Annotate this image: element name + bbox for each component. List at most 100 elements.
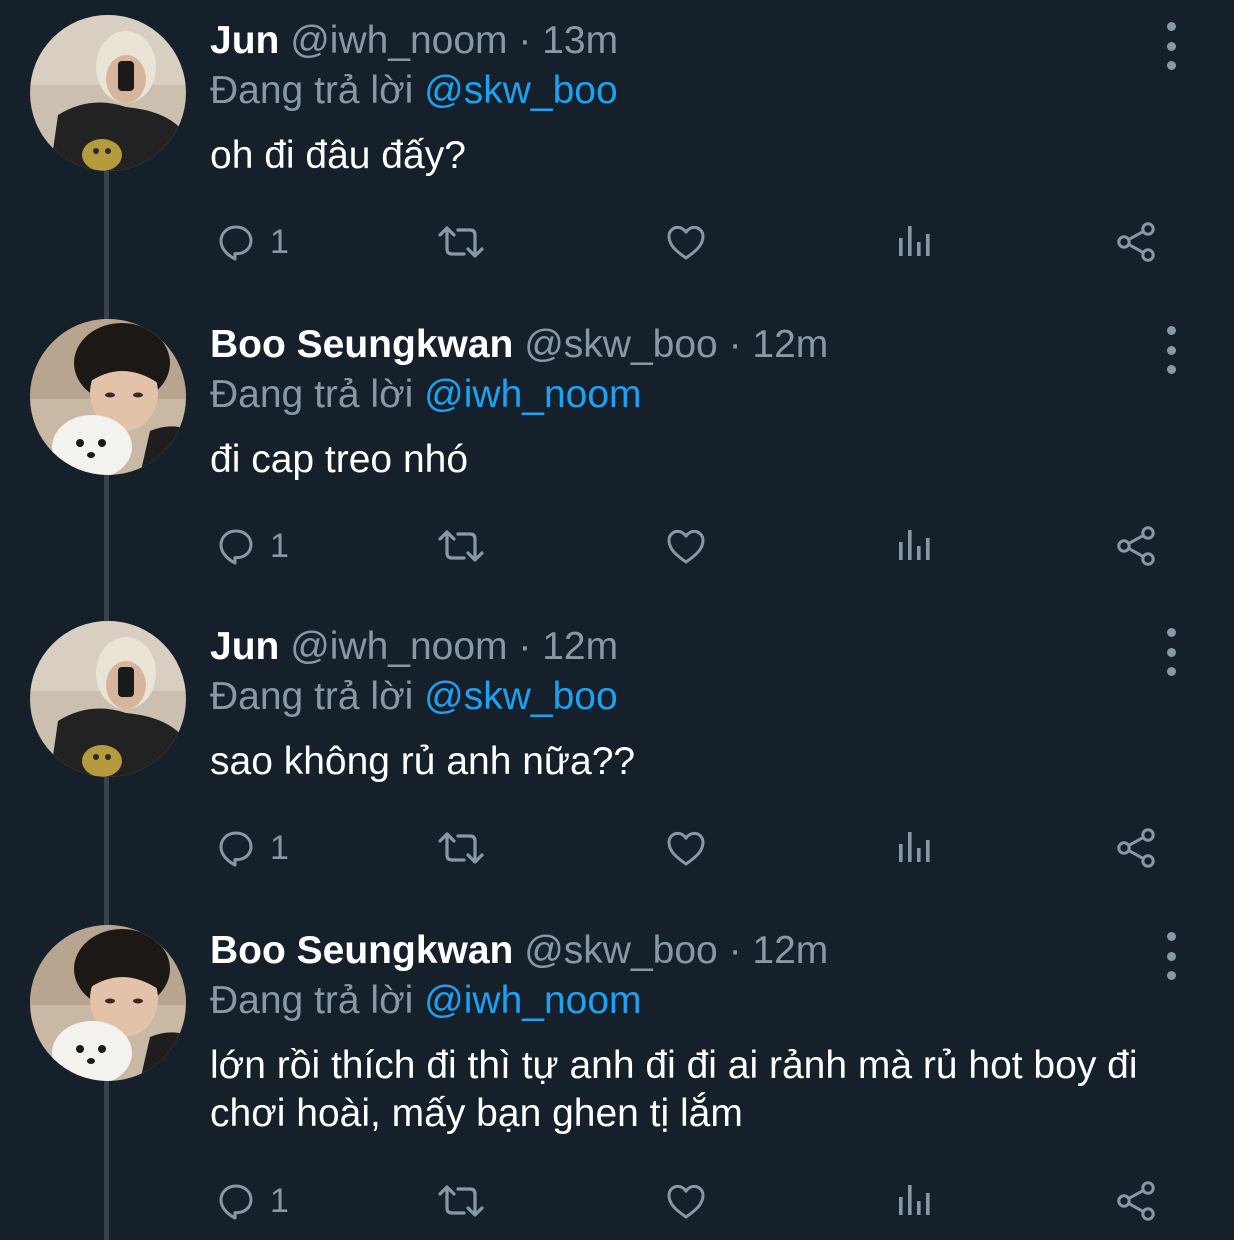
replying-to: Đang trả lời @skw_boo (210, 66, 1164, 116)
user-handle[interactable]: @iwh_noom (290, 625, 507, 668)
tweet[interactable]: Jun @iwh_noom · 13m Đang trả lời @skw_bo… (0, 12, 1234, 320)
reply-count: 1 (270, 526, 289, 565)
tweet-header: Boo Seungkwan @skw_boo · 12m (210, 316, 1164, 374)
tweet-text: sao không rủ anh nữa?? (210, 740, 636, 783)
reply-mention-link[interactable]: @skw_boo (424, 69, 618, 112)
thread-connector-line (104, 776, 109, 926)
analytics-button[interactable] (890, 1176, 938, 1226)
timestamp[interactable]: 12m (752, 929, 828, 972)
display-name[interactable]: Jun (210, 19, 279, 62)
replying-to: Đang trả lời @iwh_noom (210, 976, 1164, 1026)
conversation-thread: Jun @iwh_noom · 13m Đang trả lời @skw_bo… (0, 0, 1234, 1240)
share-icon (1117, 222, 1155, 262)
share-button[interactable] (1112, 217, 1160, 267)
share-button[interactable] (1112, 823, 1160, 873)
like-button[interactable] (662, 521, 710, 571)
tweet-content: Jun @iwh_noom · 13m Đang trả lời @skw_bo… (210, 12, 1164, 180)
display-name[interactable]: Jun (210, 625, 279, 668)
retweet-button[interactable] (434, 217, 488, 267)
timestamp[interactable]: 12m (752, 323, 828, 366)
reply-icon (219, 831, 253, 867)
retweet-button[interactable] (434, 1176, 488, 1226)
avatar-boo-image (30, 319, 186, 475)
tweet-header: Jun @iwh_noom · 12m (210, 618, 1164, 676)
timestamp[interactable]: 13m (542, 19, 618, 62)
user-handle[interactable]: @skw_boo (524, 929, 718, 972)
tweet[interactable]: Boo Seungkwan @skw_boo · 12m Đang trả lờ… (0, 922, 1234, 1240)
analytics-button[interactable] (890, 521, 938, 571)
like-button[interactable] (662, 1176, 710, 1226)
tweet-header: Jun @iwh_noom · 13m (210, 12, 1164, 70)
more-vertical-icon (1166, 326, 1176, 335)
more-options-button[interactable] (1154, 326, 1188, 374)
replying-to: Đang trả lời @iwh_noom (210, 370, 1164, 420)
more-options-button[interactable] (1154, 22, 1188, 70)
tweet-actions: 1 (212, 521, 1172, 571)
retweet-button[interactable] (434, 521, 488, 571)
display-name[interactable]: Boo Seungkwan (210, 929, 513, 972)
heart-icon (667, 1184, 705, 1219)
analytics-icon (899, 832, 930, 862)
more-options-button[interactable] (1154, 628, 1188, 676)
separator-dot: · (518, 625, 532, 668)
reply-count: 1 (270, 828, 289, 867)
share-button[interactable] (1112, 1176, 1160, 1226)
reply-button[interactable]: 1 (212, 217, 289, 267)
avatar-boo-image (30, 925, 186, 1081)
tweet-actions: 1 (212, 823, 1172, 873)
retweet-icon (438, 832, 484, 864)
reply-button[interactable]: 1 (212, 521, 289, 571)
heart-icon (667, 529, 705, 564)
separator-dot: · (728, 323, 742, 366)
avatar[interactable] (30, 319, 186, 475)
analytics-button[interactable] (890, 217, 938, 267)
retweet-icon (438, 530, 484, 562)
tweet-text: lớn rồi thích đi thì tự anh đi đi ai rản… (210, 1044, 1138, 1135)
avatar[interactable] (30, 925, 186, 1081)
like-button[interactable] (662, 217, 710, 267)
tweet[interactable]: Jun @iwh_noom · 12m Đang trả lời @skw_bo… (0, 618, 1234, 926)
thread-connector-line (104, 474, 109, 624)
heart-icon (667, 831, 705, 866)
tweet-content: Boo Seungkwan @skw_boo · 12m Đang trả lờ… (210, 316, 1164, 484)
tweet-actions: 1 (212, 217, 1172, 267)
avatar[interactable] (30, 15, 186, 171)
reply-button[interactable]: 1 (212, 823, 289, 873)
separator-dot: · (728, 929, 742, 972)
reply-count: 1 (270, 1181, 289, 1220)
reply-icon (219, 529, 253, 565)
reply-mention-link[interactable]: @skw_boo (424, 675, 618, 718)
tweet-content: Boo Seungkwan @skw_boo · 12m Đang trả lờ… (210, 922, 1164, 1138)
tweet-header: Boo Seungkwan @skw_boo · 12m (210, 922, 1164, 980)
retweet-button[interactable] (434, 823, 488, 873)
reply-count: 1 (270, 222, 289, 261)
reply-icon (219, 225, 253, 261)
reply-icon (219, 1184, 253, 1220)
timestamp[interactable]: 12m (542, 625, 618, 668)
user-handle[interactable]: @iwh_noom (290, 19, 507, 62)
analytics-button[interactable] (890, 823, 938, 873)
more-options-button[interactable] (1154, 932, 1188, 980)
separator-dot: · (518, 19, 532, 62)
heart-icon (667, 225, 705, 260)
reply-mention-link[interactable]: @iwh_noom (424, 373, 641, 416)
analytics-icon (899, 530, 930, 560)
tweet-text: đi cap treo nhó (210, 438, 469, 481)
replying-to-label: Đang trả lời (210, 979, 414, 1022)
display-name[interactable]: Boo Seungkwan (210, 323, 513, 366)
user-handle[interactable]: @skw_boo (524, 323, 718, 366)
tweet[interactable]: Boo Seungkwan @skw_boo · 12m Đang trả lờ… (0, 316, 1234, 624)
tweet-content: Jun @iwh_noom · 12m Đang trả lời @skw_bo… (210, 618, 1164, 786)
avatar[interactable] (30, 621, 186, 777)
more-vertical-icon (1166, 22, 1176, 31)
replying-to-label: Đang trả lời (210, 675, 414, 718)
replying-to: Đang trả lời @skw_boo (210, 672, 1164, 722)
tweet-actions: 1 (212, 1176, 1172, 1226)
like-button[interactable] (662, 823, 710, 873)
avatar-jun-image (30, 621, 186, 777)
more-vertical-icon (1166, 932, 1176, 941)
reply-mention-link[interactable]: @iwh_noom (424, 979, 641, 1022)
share-button[interactable] (1112, 521, 1160, 571)
reply-button[interactable]: 1 (212, 1176, 289, 1226)
replying-to-label: Đang trả lời (210, 373, 414, 416)
